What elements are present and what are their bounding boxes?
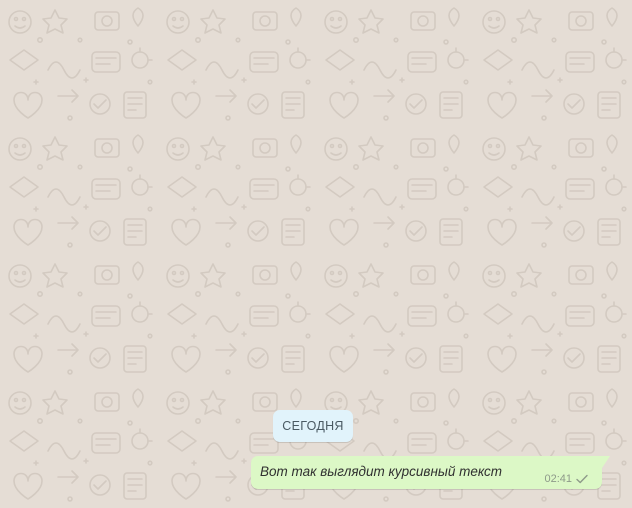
single-check-icon	[576, 474, 588, 484]
outgoing-message-bubble[interactable]: Вот так выглядит курсивный текст 02:41	[251, 456, 610, 489]
message-meta: 02:41	[544, 473, 588, 485]
date-separator-label: СЕГОДНЯ	[282, 419, 344, 433]
date-separator: СЕГОДНЯ	[273, 410, 353, 442]
message-text: Вот так выглядит курсивный текст	[260, 464, 503, 479]
bubble-tail-icon	[602, 456, 610, 468]
message-time: 02:41	[544, 473, 572, 485]
